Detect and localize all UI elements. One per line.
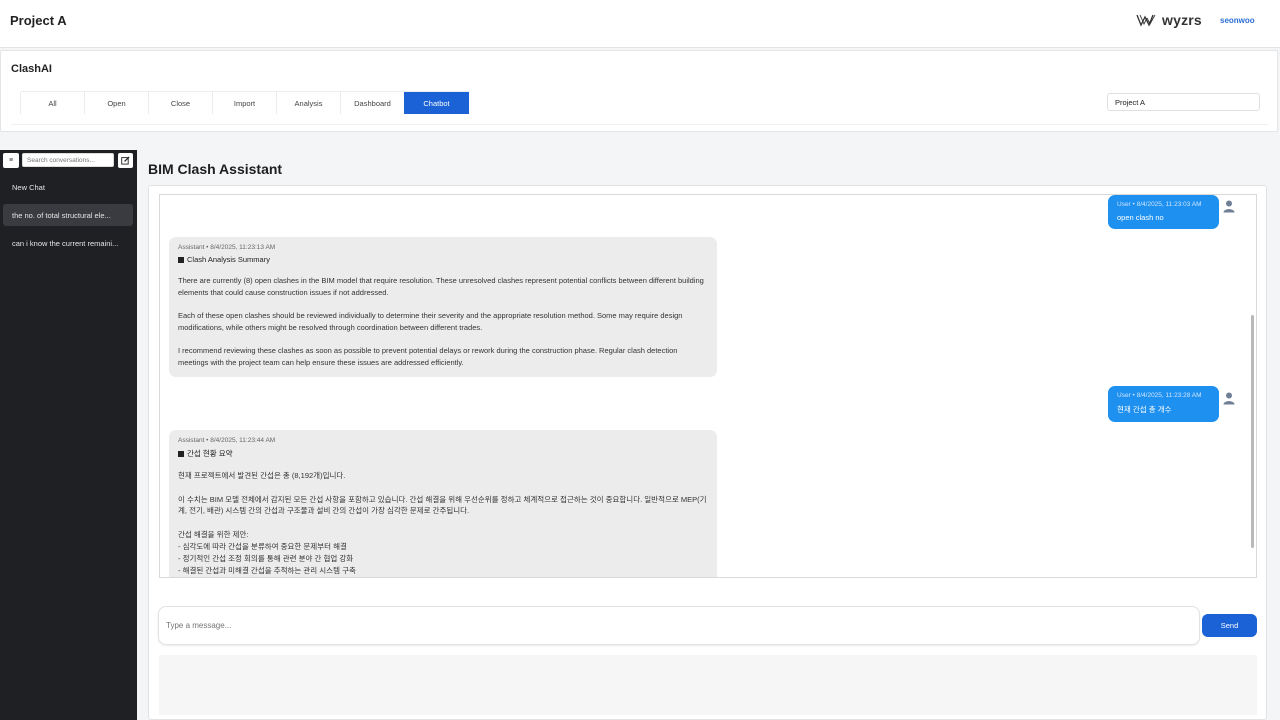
send-button[interactable]: Send	[1202, 614, 1257, 637]
message-list-scrollbar[interactable]	[1251, 315, 1254, 548]
module-title: ClashAI	[11, 63, 52, 75]
user-message: User • 8/4/2025, 11:23:03 AM open clash …	[1108, 195, 1219, 229]
wyzrs-logo[interactable]: wyzrs	[1136, 10, 1202, 30]
bottom-spacer	[159, 655, 1257, 715]
tab-chatbot[interactable]: Chatbot	[404, 92, 469, 114]
list-item: - 해결된 간섭과 미해결 간섭을 추적하는 관리 시스템 구축	[178, 565, 356, 575]
message-meta: Assistant • 8/4/2025, 11:23:44 AM	[178, 437, 276, 444]
heading-text: 간섭 현황 요약	[187, 449, 233, 458]
project-title: Project A	[10, 13, 67, 28]
assistant-message: Assistant • 8/4/2025, 11:23:44 AM 간섭 현황 …	[169, 430, 717, 577]
sidebar-toggle-button[interactable]: ≡	[3, 153, 19, 168]
tab-open[interactable]: Open	[84, 92, 149, 114]
project-select[interactable]: Project A	[1107, 93, 1260, 111]
module-panel: ClashAI All Open Close Import Analysis D…	[0, 50, 1278, 132]
message-meta: User • 8/4/2025, 11:23:28 AM	[1117, 392, 1202, 399]
bullet-square-icon	[178, 450, 184, 457]
message-text: open clash no	[1117, 213, 1164, 222]
message-paragraph: There are currently (8) open clashes in …	[178, 276, 704, 297]
tab-analysis[interactable]: Analysis	[276, 92, 341, 114]
heading-text: Clash Analysis Summary	[187, 255, 270, 264]
logo-text: wyzrs	[1162, 12, 1202, 28]
bullet-square-icon	[178, 256, 184, 263]
tab-all[interactable]: All	[20, 92, 85, 114]
sidebar-item-new-chat[interactable]: New Chat	[3, 176, 133, 198]
user-message: User • 8/4/2025, 11:23:28 AM 현재 간섭 총 개수	[1108, 386, 1219, 422]
user-avatar-icon	[1223, 200, 1235, 213]
message-paragraph: 현재 프로젝트에서 발견된 간섭은 총 (8,192개)입니다.	[178, 471, 346, 480]
message-meta: User • 8/4/2025, 11:23:03 AM	[1117, 201, 1202, 208]
conversation-search-input[interactable]	[22, 153, 114, 167]
conversation-sidebar: ≡ New Chat the no. of total structural e…	[0, 150, 137, 720]
message-paragraph: Each of these open clashes should be rev…	[178, 311, 683, 332]
message-text: 현재 간섭 총 개수	[1117, 405, 1172, 414]
module-divider	[11, 124, 1268, 125]
page-title: BIM Clash Assistant	[148, 161, 283, 177]
sidebar-item-conversation[interactable]: can i know the current remaini...	[3, 232, 133, 254]
message-paragraph: 이 수치는 BIM 모델 전체에서 감지된 모든 간섭 사항을 포함하고 있습니…	[178, 494, 707, 516]
list-item: - 심각도에 따라 간섭을 분류하여 중요한 문제부터 해결	[178, 541, 347, 551]
sidebar-item-conversation[interactable]: the no. of total structural ele...	[3, 204, 133, 226]
list-title: 간섭 해결을 위한 제안:	[178, 529, 249, 539]
message-input[interactable]	[158, 606, 1200, 645]
message-heading: 간섭 현황 요약	[178, 448, 708, 459]
user-name-link[interactable]: seonwoo	[1220, 16, 1255, 25]
message-paragraph: I recommend reviewing these clashes as s…	[178, 346, 678, 367]
new-chat-button[interactable]	[118, 153, 133, 168]
message-heading: Clash Analysis Summary	[178, 255, 708, 264]
top-bar: Project A wyzrs seonwoo	[0, 0, 1280, 48]
edit-icon	[121, 156, 130, 165]
tab-import[interactable]: Import	[212, 92, 277, 114]
message-meta: Assistant • 8/4/2025, 11:23:13 AM	[178, 244, 276, 251]
list-item: - 정기적인 간섭 조정 회의를 통해 관련 분야 간 협업 강화	[178, 553, 354, 563]
tab-dashboard[interactable]: Dashboard	[340, 92, 405, 114]
assistant-message: Assistant • 8/4/2025, 11:23:13 AM Clash …	[169, 237, 717, 377]
tab-bar: All Open Close Import Analysis Dashboard…	[20, 91, 469, 114]
wyzrs-logo-icon	[1136, 14, 1156, 27]
user-avatar-icon	[1223, 392, 1235, 405]
tab-close[interactable]: Close	[148, 92, 213, 114]
